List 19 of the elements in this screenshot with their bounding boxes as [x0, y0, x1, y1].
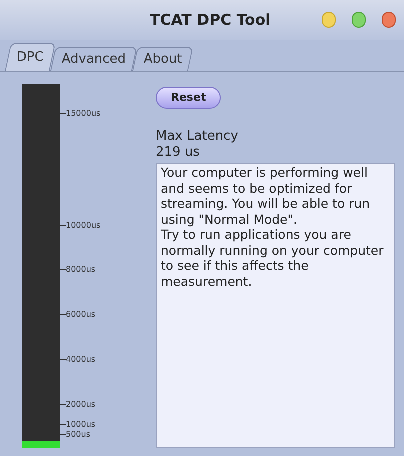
max-latency-label: Max Latency	[156, 129, 240, 145]
message-text: Your computer is performing well and seems to be optimized for streaming. You will be able to run using "Normal Mode". Try to run applications you are normally running on your computer to see if this affects the measurement.	[156, 163, 395, 448]
max-latency-value: 219 us	[156, 145, 201, 161]
window-title: TCAT DPC Tool	[150, 10, 272, 31]
tick-label: 6000us	[66, 310, 96, 319]
maximize-button[interactable]	[352, 12, 366, 28]
tab[interactable]: DPC	[5, 43, 56, 71]
close-button[interactable]	[382, 12, 396, 28]
tick-label: 10000us	[66, 221, 101, 230]
tick-label: 500us	[66, 430, 91, 439]
tab[interactable]: About	[132, 47, 194, 71]
reset-button[interactable]: Reset	[156, 87, 222, 109]
tick-label: 15000us	[66, 109, 101, 118]
minimize-button[interactable]	[322, 12, 336, 28]
tick-label: 4000us	[66, 355, 96, 364]
tick-label: 2000us	[66, 400, 96, 409]
tick-label: 1000us	[66, 420, 96, 429]
tick-label: 8000us	[66, 265, 96, 274]
tab[interactable]: Advanced	[50, 47, 138, 71]
